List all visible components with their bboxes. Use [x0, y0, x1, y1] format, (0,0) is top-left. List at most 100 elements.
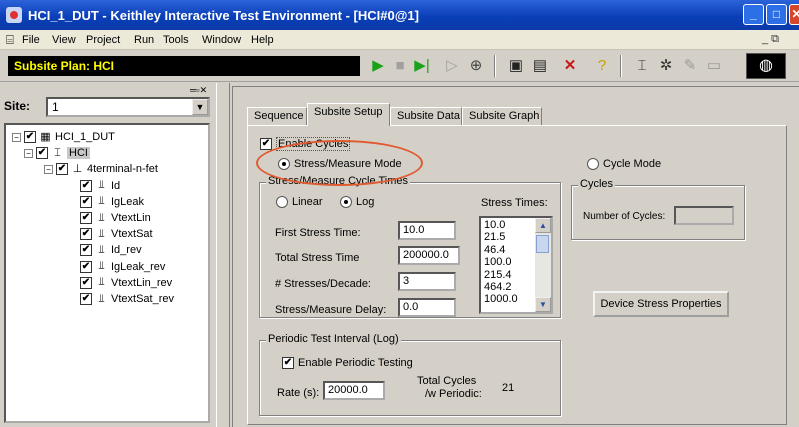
tree-item-checkbox[interactable]: ✔: [36, 147, 48, 160]
tab-sequence[interactable]: Sequence: [247, 107, 307, 125]
save-all-icon[interactable]: ▤: [530, 56, 550, 76]
tree-item-checkbox[interactable]: ✔: [80, 195, 92, 208]
cycle-times-group: Stress/Measure Cycle Times Linear Log St…: [259, 175, 561, 318]
delete-icon[interactable]: ✕: [560, 56, 580, 76]
scroll-thumb[interactable]: [536, 235, 549, 253]
tree-item-checkbox[interactable]: ✔: [24, 131, 36, 143]
panel-splitter[interactable]: [216, 83, 230, 427]
delay-input[interactable]: 0.0: [398, 298, 456, 317]
stresses-decade-label: # Stresses/Decade:: [275, 278, 371, 290]
tree-item-checkbox[interactable]: ✔: [80, 244, 92, 257]
cycle-mode-radio[interactable]: Cycle Mode: [587, 158, 661, 170]
mdi-window-controls[interactable]: _ ⧉: [762, 33, 779, 46]
stress-measure-mode-radio[interactable]: Stress/Measure Mode: [278, 158, 402, 170]
stress-times-scrollbar[interactable]: ▲ ▼: [535, 218, 551, 312]
total-cycles-label: Total Cycles: [417, 375, 477, 387]
project-tree[interactable]: − ✔ ▦ HCI_1_DUT − ✔ ⌶ HCI − ✔ ⊥ 4terminal-n-fet ✔ ⫫ Id…: [4, 123, 210, 423]
total-stress-input[interactable]: 200000.0: [398, 246, 460, 265]
menu-file[interactable]: File: [22, 34, 40, 46]
maximize-button[interactable]: □: [766, 4, 787, 25]
keithley-logo-icon: ◍: [746, 53, 786, 79]
list-item[interactable]: 1000.0: [484, 293, 518, 305]
rate-input[interactable]: 20000.0: [323, 381, 385, 400]
number-of-cycles-input[interactable]: [674, 206, 734, 225]
menu-window[interactable]: Window: [202, 34, 241, 46]
save-icon[interactable]: ▣: [506, 56, 526, 76]
list-item[interactable]: 21.5: [484, 231, 505, 243]
scroll-up-icon[interactable]: ▲: [535, 218, 551, 233]
test-icon: ⫫: [98, 243, 105, 256]
stresses-decade-input[interactable]: 3: [398, 272, 456, 291]
tree-item-checkbox[interactable]: ✔: [80, 260, 92, 273]
tree-item-checkbox[interactable]: ✔: [80, 179, 92, 192]
collapse-icon[interactable]: −: [44, 164, 53, 174]
stress-times-list[interactable]: ▲ ▼ 10.0 21.5 46.4 100.0 215.4 464.2 1000.0: [479, 216, 553, 314]
enable-cycles-check[interactable]: ✔: [260, 138, 272, 150]
menu-help[interactable]: Help: [251, 34, 274, 46]
list-item[interactable]: 464.2: [484, 281, 512, 293]
menu-run[interactable]: Run: [134, 34, 154, 46]
enable-periodic-checkbox[interactable]: ✔ Enable Periodic Testing: [282, 357, 413, 369]
config-icon[interactable]: ⌶: [632, 56, 652, 76]
total-stress-label: Total Stress Time: [275, 252, 360, 264]
list-item[interactable]: 46.4: [484, 244, 505, 256]
device-stress-properties-button[interactable]: Device Stress Properties: [593, 291, 729, 317]
list-item[interactable]: 100.0: [484, 256, 512, 268]
site-selector[interactable]: 1 ▼: [46, 97, 210, 117]
help-icon[interactable]: ?: [592, 56, 612, 76]
tree-item-checkbox[interactable]: ✔: [80, 293, 92, 305]
tree-item-checkbox[interactable]: ✔: [56, 163, 68, 176]
gear-icon[interactable]: ✲: [656, 56, 676, 76]
tree-item[interactable]: ✔ ⫫ IgLeak: [80, 194, 144, 210]
tree-item[interactable]: ✔ ⫫ Id: [80, 178, 120, 194]
tree-item[interactable]: ✔ ⫫ IgLeak_rev: [80, 259, 165, 275]
tree-item[interactable]: ✔ ⫫ VtextLin: [80, 210, 151, 226]
tab-subsite-setup[interactable]: Subsite Setup: [307, 103, 390, 126]
tree-item-checkbox[interactable]: ✔: [80, 212, 92, 224]
globe-icon[interactable]: ⊕: [466, 56, 486, 76]
tree-item[interactable]: − ✔ ⌶ HCI: [24, 145, 90, 161]
total-cycles-periodic-label: /w Periodic:: [425, 388, 482, 400]
stress-measure-mode-label: Stress/Measure Mode: [294, 158, 402, 170]
scroll-down-icon[interactable]: ▼: [535, 297, 551, 312]
tree-item-checkbox[interactable]: ✔: [80, 276, 92, 289]
panel-close-icon[interactable]: ═▫✕: [190, 85, 210, 95]
list-item[interactable]: 215.4: [484, 269, 512, 281]
tree-item[interactable]: ✔ ⫫ VtextSat: [80, 226, 153, 242]
chevron-down-icon[interactable]: ▼: [192, 99, 208, 115]
tree-item-checkbox[interactable]: ✔: [80, 228, 92, 241]
tab-subsite-data[interactable]: Subsite Data: [390, 107, 462, 125]
stress-measure-mode-dot[interactable]: [278, 158, 290, 170]
tab-subsite-graph[interactable]: Subsite Graph: [462, 107, 542, 125]
log-radio[interactable]: Log: [340, 196, 374, 208]
tree-item[interactable]: ✔ ⫫ VtextSat_rev: [80, 291, 174, 307]
enable-periodic-check[interactable]: ✔: [282, 357, 294, 369]
first-stress-input[interactable]: 10.0: [398, 221, 456, 240]
doc-icon[interactable]: ▭: [704, 56, 724, 76]
tree-item[interactable]: ✔ ⫫ VtextLin_rev: [80, 275, 172, 291]
linear-dot[interactable]: [276, 196, 288, 208]
log-dot[interactable]: [340, 196, 352, 208]
menu-project[interactable]: Project: [86, 34, 120, 46]
tree-item[interactable]: − ✔ ⊥ 4terminal-n-fet: [44, 161, 158, 177]
tree-item[interactable]: − ✔ ▦ HCI_1_DUT: [12, 129, 115, 145]
collapse-icon[interactable]: −: [12, 132, 21, 142]
cycles-group: Cycles Number of Cycles:: [571, 178, 745, 240]
mdi-document-icon[interactable]: ⌸: [6, 33, 14, 47]
stop-icon[interactable]: ■: [390, 56, 410, 76]
run-step-icon[interactable]: ▶|: [412, 56, 432, 76]
tree-item[interactable]: ✔ ⫫ Id_rev: [80, 242, 142, 258]
minimize-button[interactable]: _: [743, 4, 764, 25]
edit-icon[interactable]: ✎: [680, 56, 700, 76]
close-button[interactable]: ✕: [789, 4, 799, 25]
collapse-icon[interactable]: −: [24, 148, 33, 158]
list-item[interactable]: 10.0: [484, 219, 505, 231]
menu-view[interactable]: View: [52, 34, 76, 46]
app-icon[interactable]: [6, 7, 22, 23]
run-icon[interactable]: ▶: [368, 56, 388, 76]
linear-radio[interactable]: Linear: [276, 196, 323, 208]
cycle-mode-dot[interactable]: [587, 158, 599, 170]
step-icon[interactable]: ▷: [442, 56, 462, 76]
menu-tools[interactable]: Tools: [163, 34, 189, 46]
enable-cycles-checkbox[interactable]: ✔ Enable Cycles: [260, 137, 351, 151]
